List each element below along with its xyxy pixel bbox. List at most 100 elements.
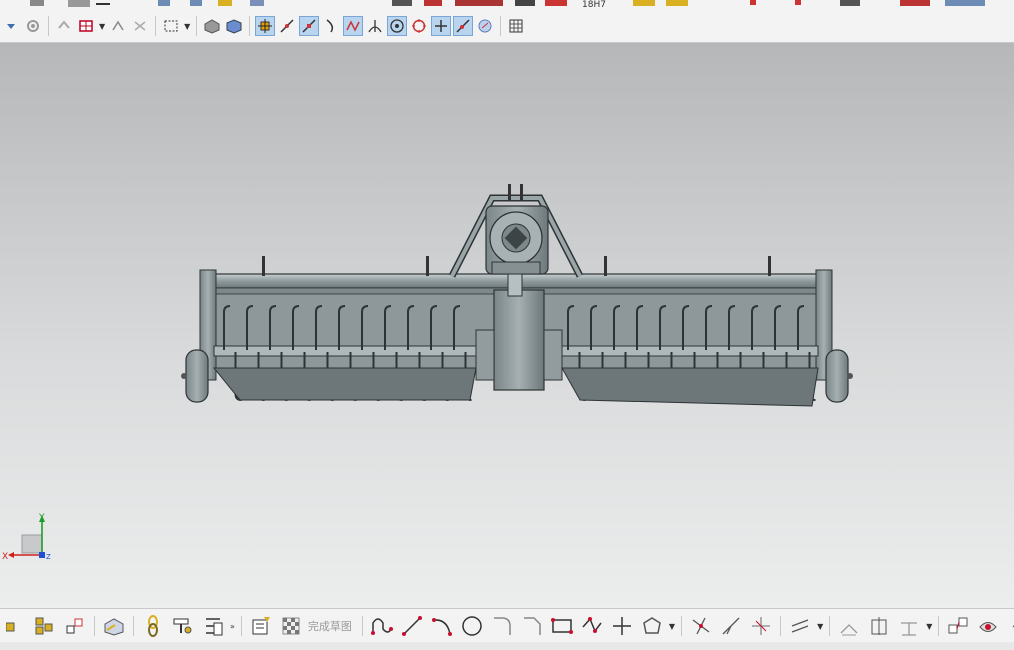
point-icon[interactable] — [609, 613, 635, 639]
right-wheel-hub — [847, 373, 853, 379]
rear-skirt-left — [212, 367, 477, 401]
fillet-icon[interactable] — [489, 613, 515, 639]
hitch-pin-left — [508, 184, 511, 200]
dropdown-arrow-icon[interactable]: ▼ — [669, 622, 675, 631]
separator — [829, 616, 831, 636]
dropdown-arrow-icon[interactable]: ▼ — [926, 622, 932, 631]
triad-plane — [21, 534, 43, 554]
snap-toolbar-row: ▼ ▼ — [0, 10, 527, 42]
snap-curve-icon[interactable] — [321, 16, 341, 36]
dropdown-arrow-icon[interactable]: ▼ — [817, 622, 823, 631]
constraint-tool-icon[interactable] — [945, 613, 971, 639]
gear-icon[interactable] — [23, 16, 43, 36]
x-axis-arrow — [8, 552, 14, 558]
left-depth-wheel — [185, 349, 209, 403]
x-axis-label: X — [2, 552, 8, 562]
rotary-tiller-model[interactable] — [181, 184, 853, 407]
separator — [249, 16, 251, 36]
component-icon[interactable] — [2, 613, 28, 639]
chamfer-icon[interactable] — [519, 613, 545, 639]
center-drive-housing — [493, 289, 545, 391]
separator — [155, 16, 157, 36]
tree-icon[interactable] — [200, 613, 226, 639]
move-icon[interactable] — [1005, 613, 1014, 639]
graphics-viewport[interactable]: Y X Z — [0, 43, 1014, 608]
left-wheel-hub — [181, 373, 187, 379]
partial-icon-10 — [455, 0, 503, 6]
snap-quadrant-icon[interactable] — [409, 16, 429, 36]
extend-icon[interactable] — [718, 613, 744, 639]
chain-icon[interactable] — [140, 613, 166, 639]
offset-icon[interactable] — [787, 613, 813, 639]
dimension-icon[interactable] — [896, 613, 922, 639]
hitch-pin-right — [520, 184, 523, 200]
snap-point-icon[interactable] — [431, 16, 452, 36]
sketch-icon[interactable] — [248, 613, 274, 639]
partial-icon-17 — [840, 0, 860, 6]
spanner-icon[interactable] — [170, 613, 196, 639]
shaded-cube-icon[interactable] — [202, 16, 222, 36]
finish-flag-icon[interactable] — [278, 613, 304, 639]
line-icon[interactable] — [399, 613, 425, 639]
partial-icon-12 — [545, 0, 567, 6]
level-rod-3 — [604, 256, 607, 276]
dropdown-arrow-icon[interactable] — [1, 16, 21, 36]
finish-sketch-label[interactable]: 完成草图 — [308, 618, 352, 634]
display-icon[interactable] — [975, 613, 1001, 639]
assembly-icon[interactable] — [32, 613, 58, 639]
mirror-icon[interactable] — [836, 613, 862, 639]
rectangle-select-icon[interactable] — [161, 16, 181, 36]
snap-line-icon[interactable] — [277, 16, 297, 36]
constraint-icon[interactable] — [62, 613, 88, 639]
connect-gray-icon[interactable] — [130, 16, 150, 36]
snap-face-icon[interactable] — [475, 16, 495, 36]
dropdown-arrow-icon[interactable]: ▼ — [99, 22, 105, 31]
partial-icon-11 — [515, 0, 535, 6]
polyline-icon[interactable] — [579, 613, 605, 639]
partial-icon-3 — [96, 3, 110, 5]
rear-skirt-right — [561, 367, 819, 407]
split-icon[interactable] — [748, 613, 774, 639]
partial-icon-1 — [30, 0, 44, 6]
level-rod-1 — [262, 256, 265, 276]
snap-toolbar: ▼ ▼ — [0, 10, 1014, 43]
status-bar — [0, 642, 1014, 650]
connect-icon[interactable] — [108, 16, 128, 36]
partial-icon-15 — [750, 0, 756, 5]
z-axis-label: Z — [46, 553, 51, 561]
solid-cube-icon[interactable] — [224, 16, 244, 36]
partial-icon-9 — [424, 0, 442, 6]
circle-icon[interactable] — [459, 613, 485, 639]
rectangle-icon[interactable] — [549, 613, 575, 639]
undo-arrow-icon[interactable] — [54, 16, 74, 36]
snap-tangent-icon[interactable] — [299, 16, 320, 36]
right-depth-wheel — [825, 349, 849, 403]
sketch-toolbar-row: » 完成草图 ▼ ▼ ▼ — [0, 609, 1014, 643]
trim-icon[interactable] — [688, 613, 714, 639]
arc-icon[interactable] — [429, 613, 455, 639]
separator — [196, 16, 198, 36]
polygon-icon[interactable] — [639, 613, 665, 639]
pattern-icon[interactable] — [866, 613, 892, 639]
profile-icon[interactable] — [369, 613, 395, 639]
grid-icon[interactable] — [506, 16, 526, 36]
snap-grid-icon[interactable] — [76, 16, 96, 36]
snap-center-icon[interactable] — [387, 16, 408, 36]
separator — [94, 616, 95, 636]
view-box-icon[interactable] — [101, 613, 127, 639]
partial-dropdown-value: 18H7 — [582, 0, 606, 10]
level-rod-4 — [768, 256, 771, 276]
snap-on-curve-icon[interactable] — [453, 16, 474, 36]
snap-perpendicular-icon[interactable] — [365, 16, 385, 36]
partial-icon-5 — [190, 0, 202, 6]
separator — [361, 616, 363, 636]
rotor-shaft-left — [213, 345, 477, 357]
snap-endpoint-icon[interactable] — [255, 16, 276, 36]
dropdown-arrow-icon[interactable]: ▼ — [184, 22, 190, 31]
separator — [938, 616, 940, 636]
sketch-toolbar: » 完成草图 ▼ ▼ ▼ — [0, 608, 1014, 643]
more-tools-icon[interactable]: » — [230, 622, 235, 631]
snap-intersection-icon[interactable] — [343, 16, 364, 36]
separator — [48, 16, 49, 36]
model-canvas[interactable]: Y X Z — [0, 43, 1014, 608]
